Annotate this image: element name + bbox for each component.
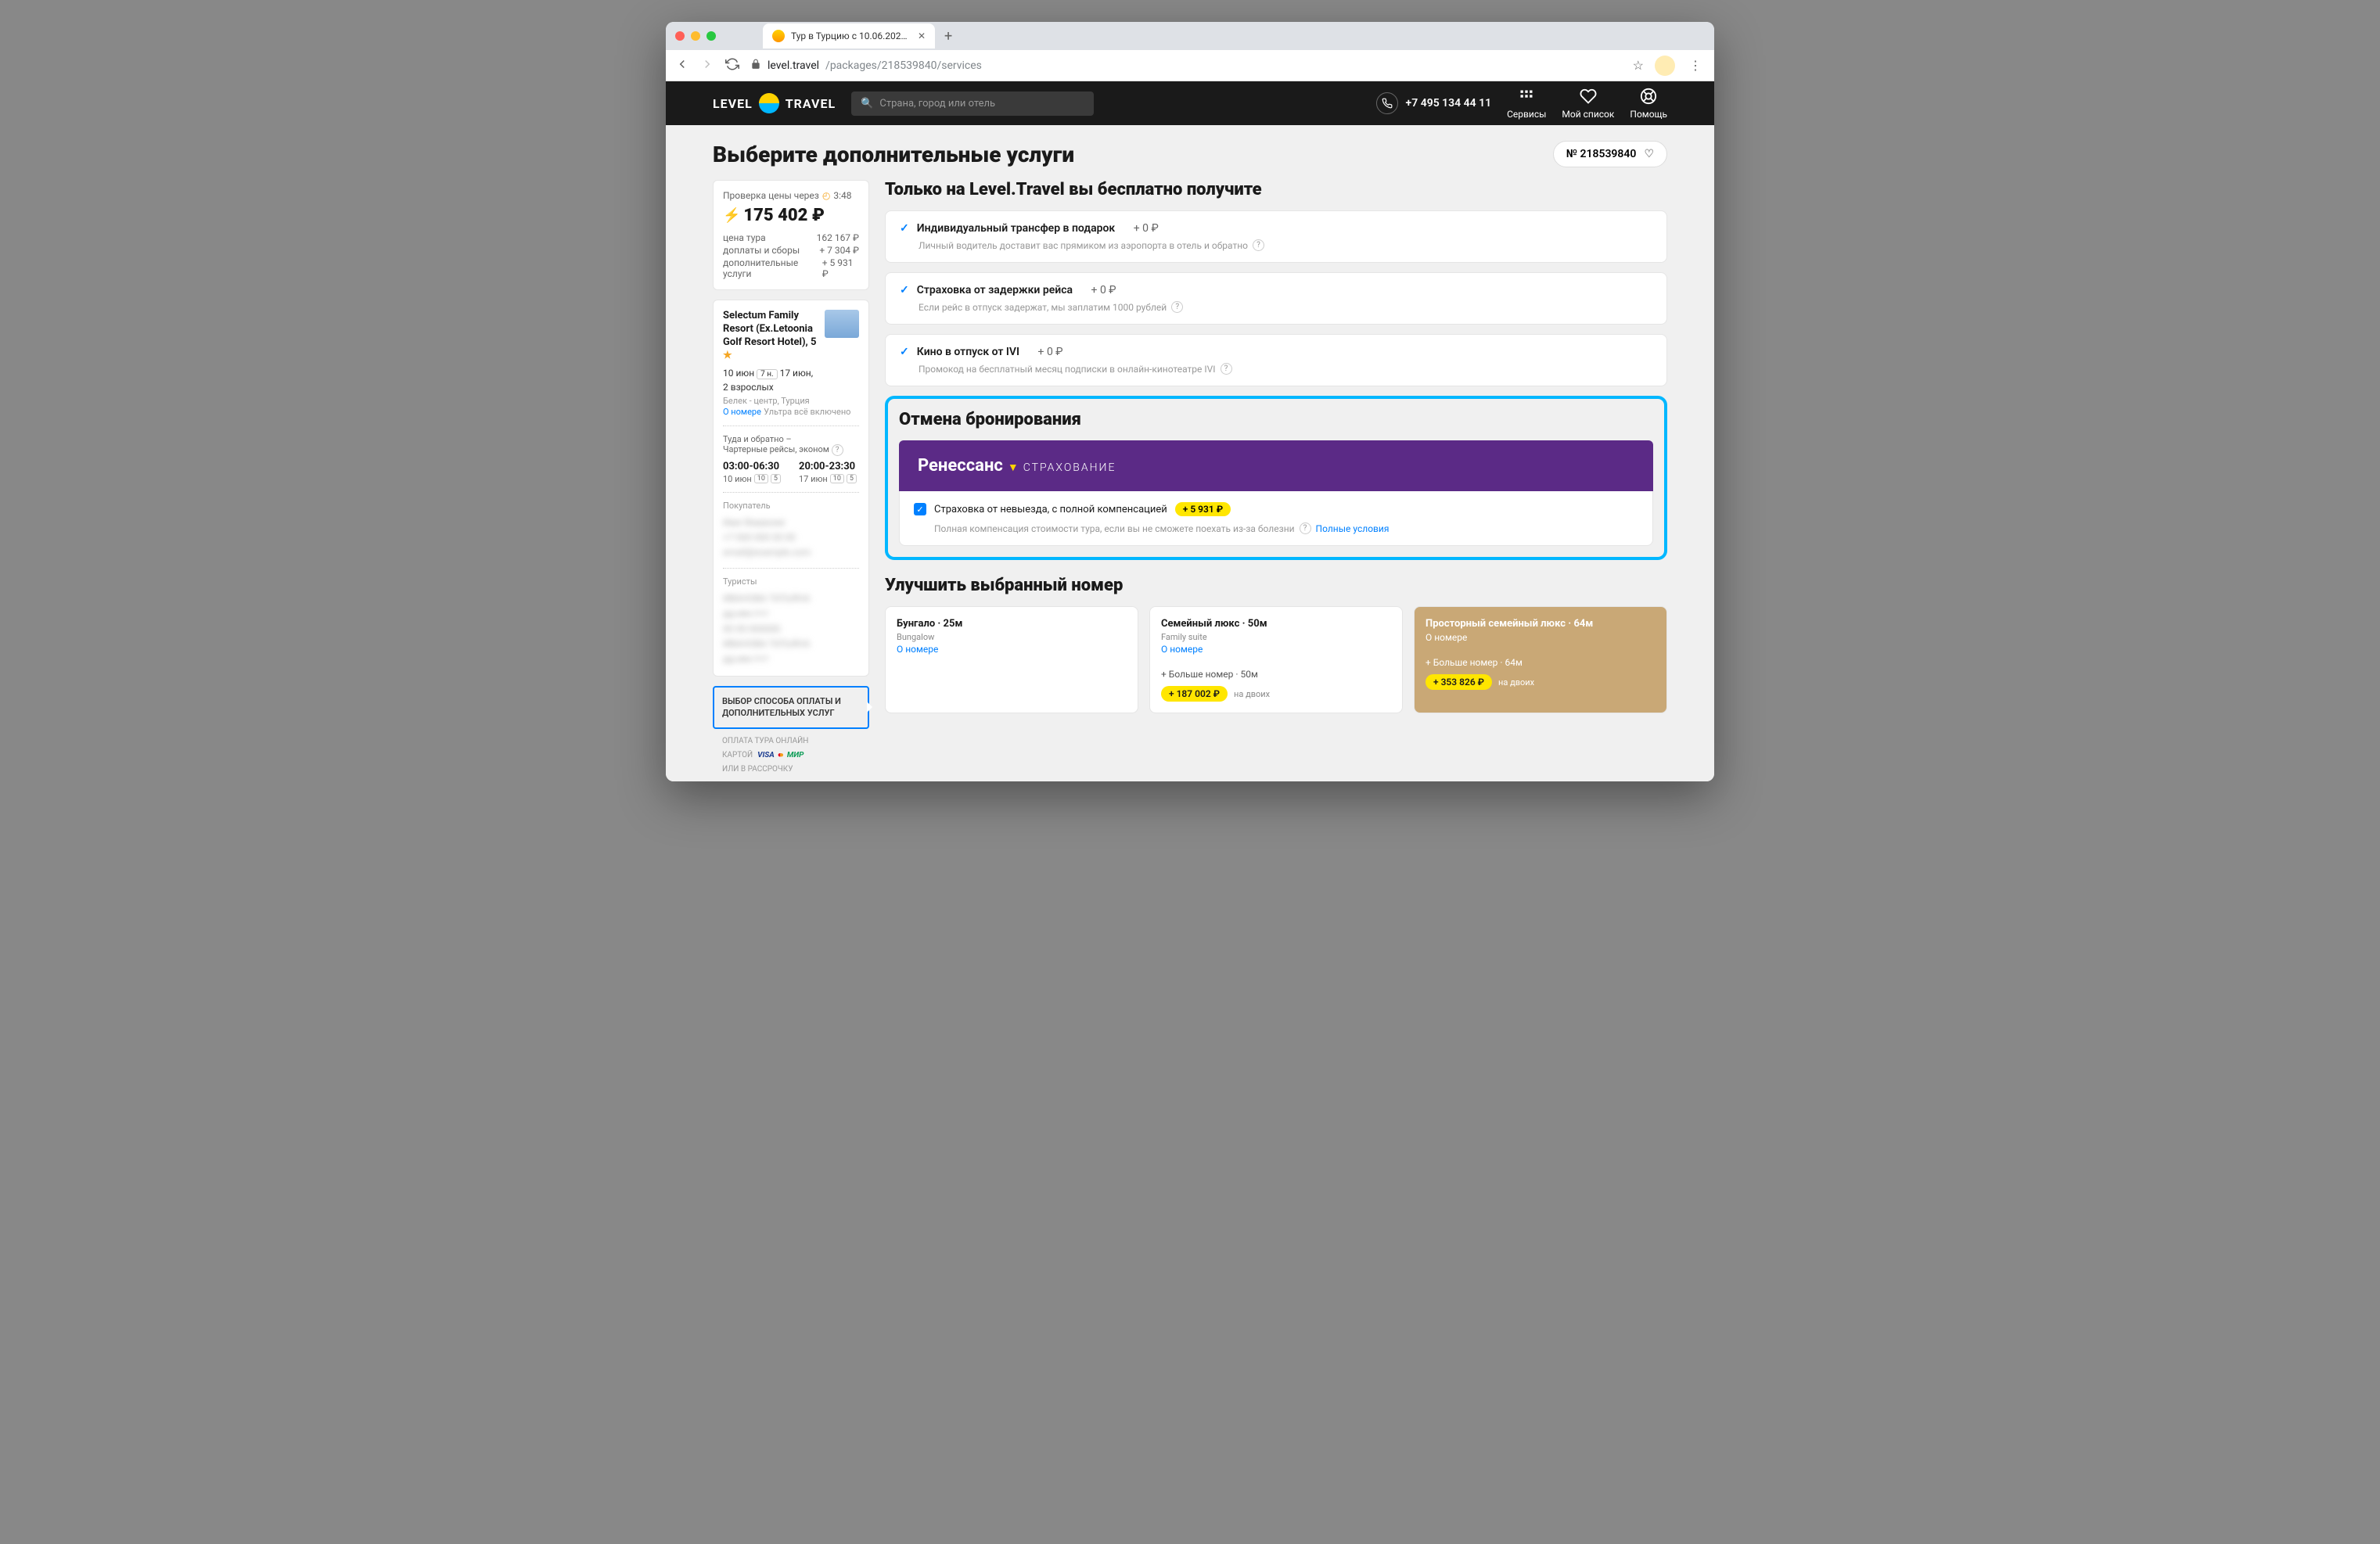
grid-icon — [1517, 87, 1536, 106]
order-number-pill: № 218539840 ♡ — [1553, 141, 1667, 167]
help-link[interactable]: Помощь — [1630, 87, 1667, 120]
mir-icon: МИР — [787, 749, 804, 761]
room-link[interactable]: О номере — [723, 407, 761, 417]
room-details-link[interactable]: О номере — [1425, 632, 1656, 643]
back-button[interactable] — [675, 57, 689, 74]
address-field[interactable]: level.travel/packages/218539840/services — [750, 59, 1622, 73]
hotel-thumb — [825, 310, 859, 338]
services-link[interactable]: Сервисы — [1507, 87, 1546, 120]
info-icon[interactable]: ? — [1171, 301, 1183, 313]
minimize-window[interactable] — [691, 31, 700, 41]
room-card[interactable]: Семейный люкс · 50мFamily suiteО номере+… — [1149, 606, 1403, 713]
checkout-step-payment: ОПЛАТА ТУРА ОНЛАЙН КАРТОЙ VISA ●● МИР ИЛ… — [713, 729, 869, 781]
main-content: Только на Level.Travel вы бесплатно полу… — [885, 180, 1667, 713]
checkbox-checked[interactable]: ✓ — [914, 503, 926, 515]
cancel-highlight: Отмена бронирования Ренессанс▼ СТРАХОВАН… — [885, 396, 1667, 560]
hotel-summary-card: Selectum Family Resort (Ex.Letoonia Golf… — [713, 300, 869, 677]
cancel-section-title: Отмена бронирования — [899, 410, 1653, 429]
forward-button[interactable] — [700, 57, 714, 74]
service-card: ✓Страховка от задержки рейса + 0 ₽Если р… — [885, 272, 1667, 325]
service-card: ✓Индивидуальный трансфер в подарок + 0 ₽… — [885, 210, 1667, 263]
reload-button[interactable] — [725, 57, 739, 74]
check-icon: ✓ — [900, 346, 909, 358]
renaissance-banner: Ренессанс▼ СТРАХОВАНИЕ — [899, 440, 1653, 491]
profile-avatar[interactable] — [1655, 56, 1675, 76]
room-details-link[interactable]: О номере — [1161, 644, 1391, 655]
site-header: LEVEL TRAVEL 🔍 Страна, город или отель +… — [666, 81, 1714, 125]
buyer-blurred: Имя Фамилия+7 000 000 00 00email@example… — [723, 515, 859, 561]
titlebar: Тур в Турцию с 10.06.2021 на... ✕ + — [666, 22, 1714, 50]
terms-link[interactable]: Полные условия — [1316, 523, 1390, 534]
rooms-section-title: Улучшить выбранный номер — [885, 576, 1667, 595]
check-icon: ✓ — [900, 222, 909, 235]
bolt-icon: ⚡ — [723, 207, 740, 224]
url-path: /packages/218539840/services — [825, 59, 982, 72]
service-card: ✓Кино в отпуск от IVI + 0 ₽Промокод на б… — [885, 334, 1667, 386]
search-input[interactable]: 🔍 Страна, город или отель — [851, 92, 1094, 116]
baggage-icon: 10 — [754, 474, 768, 483]
info-icon[interactable]: ? — [1253, 239, 1264, 251]
baggage-icon: 10 — [830, 474, 844, 483]
info-icon[interactable]: ? — [832, 444, 843, 456]
url-bar: level.travel/packages/218539840/services… — [666, 50, 1714, 81]
room-card[interactable]: Бунгало · 25мBungalowО номере — [885, 606, 1138, 713]
tourists-blurred: ИВАНОВА ТАТЬЯНАдд.мм.гггг00 00 000000ИВА… — [723, 591, 859, 666]
info-icon[interactable]: ? — [1300, 522, 1311, 534]
close-tab-icon[interactable]: ✕ — [918, 31, 926, 41]
favorite-icon[interactable]: ♡ — [1644, 148, 1654, 160]
page-body: Выберите дополнительные услуги № 2185398… — [666, 125, 1714, 781]
heart-icon — [1579, 87, 1598, 106]
logo-icon — [759, 93, 779, 113]
mastercard-icon: ●● — [778, 749, 784, 761]
tab-title: Тур в Турцию с 10.06.2021 на... — [791, 31, 911, 41]
browser-menu-icon[interactable]: ⋮ — [1686, 58, 1705, 73]
site-logo[interactable]: LEVEL TRAVEL — [713, 93, 836, 113]
wishlist-link[interactable]: Мой список — [1562, 87, 1614, 120]
browser-window: Тур в Турцию с 10.06.2021 на... ✕ + leve… — [666, 22, 1714, 781]
cabin-icon: 5 — [771, 474, 781, 483]
cabin-icon: 5 — [847, 474, 857, 483]
lock-icon — [750, 59, 761, 73]
visa-icon: VISA — [757, 749, 775, 761]
new-tab-button[interactable]: + — [944, 28, 952, 45]
maximize-window[interactable] — [706, 31, 716, 41]
price-summary-card: Проверка цены через ◴ 3:48 ⚡175 402 ₽ це… — [713, 180, 869, 290]
favicon — [772, 30, 785, 42]
browser-tab[interactable]: Тур в Турцию с 10.06.2021 на... ✕ — [763, 23, 935, 48]
room-card[interactable]: Просторный семейный люкс · 64мО номере+ … — [1414, 606, 1667, 713]
phone-icon — [1376, 92, 1398, 114]
checkout-step-active: ВЫБОР СПОСОБА ОПЛАТЫ И ДОПОЛНИТЕЛЬНЫХ УС… — [713, 686, 869, 729]
sidebar: Проверка цены через ◴ 3:48 ⚡175 402 ₽ це… — [713, 180, 869, 781]
close-window[interactable] — [675, 31, 685, 41]
window-controls — [675, 31, 716, 41]
page-title: Выберите дополнительные услуги — [713, 142, 1074, 167]
info-icon[interactable]: ? — [1221, 363, 1232, 375]
bookmark-star-icon[interactable]: ☆ — [1633, 58, 1644, 73]
insurance-price: + 5 931 ₽ — [1175, 502, 1231, 516]
phone-number[interactable]: +7 495 134 44 11 — [1376, 92, 1492, 114]
help-icon — [1639, 87, 1658, 106]
room-details-link[interactable]: О номере — [897, 644, 1127, 655]
url-host: level.travel — [768, 59, 819, 72]
check-icon: ✓ — [900, 284, 909, 296]
clock-icon: ◴ — [822, 190, 830, 201]
star-icon: ★ — [723, 350, 732, 361]
free-section-title: Только на Level.Travel вы бесплатно полу… — [885, 180, 1667, 199]
insurance-card: ✓ Страховка от невыезда, с полной компен… — [899, 491, 1653, 546]
triangle-icon: ▼ — [1008, 461, 1019, 474]
search-icon: 🔍 — [861, 98, 873, 110]
